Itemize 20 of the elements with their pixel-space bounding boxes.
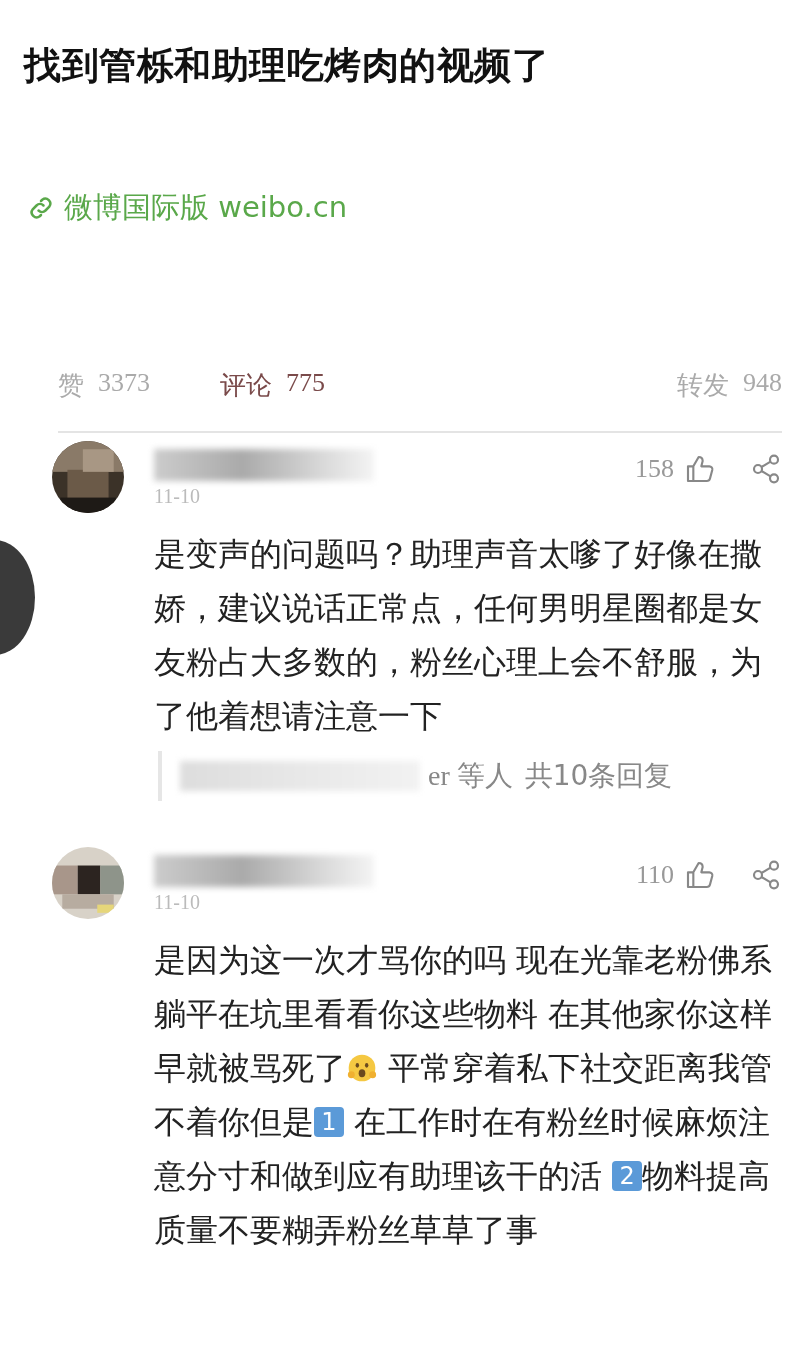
like-count: 158: [635, 454, 674, 484]
like-count: 110: [635, 860, 674, 890]
post-title: 找到管栎和助理吃烤肉的视频了: [24, 43, 550, 89]
thumbs-up-icon[interactable]: [684, 453, 716, 485]
replies-link[interactable]: 共10条回复: [524, 757, 673, 795]
comment-date: 11-10: [154, 485, 201, 508]
comment-date: 11-10: [154, 891, 201, 914]
share-icon[interactable]: [750, 453, 782, 485]
comment-text: 是变声的问题吗？助理声音太嗲了好像在撒娇，建议说话正常点，任何男明星圈都是女友粉占大多数的，粉丝心理上会不舒服，为了他着想请注意一下: [154, 534, 763, 737]
number-badge: 1: [314, 1107, 344, 1137]
thumbs-up-icon[interactable]: [684, 859, 716, 891]
reply-names: er 等人: [428, 759, 513, 793]
share-icon[interactable]: [750, 859, 782, 891]
emoji-icon: [346, 1052, 378, 1084]
stat-tab[interactable]: 转发 948: [677, 368, 782, 403]
number-badge: 2: [612, 1161, 643, 1191]
stat-tab[interactable]: 赞 3373: [58, 368, 150, 403]
comment-text: 是因为这一次才骂你的吗 现在光靠老粉佛系躺平在坑里看看你这些物料 在其他家你这样早就被骂死了 平常穿着私下社交距离我管不着你但是 1 在工作时在有粉丝时候麻烦注意分寸和做到应有助理该干的活 2 物料提高质量不要糊弄粉丝草草了事: [154, 940, 774, 1251]
stat-tab[interactable]: 评论 775: [220, 368, 325, 403]
link[interactable]: 微博国际版 weibo.cn: [26, 188, 348, 228]
